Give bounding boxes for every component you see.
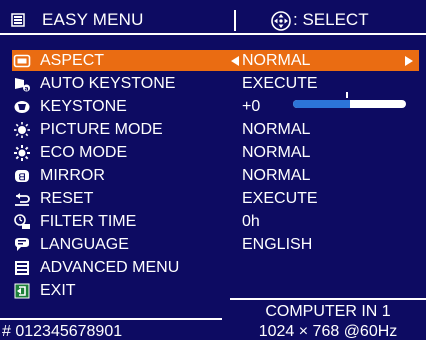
keystone-slider-fill <box>293 100 350 108</box>
menu-item-keystone[interactable]: KEYSTONE <box>40 97 127 117</box>
value-left-arrow-icon[interactable] <box>231 56 239 66</box>
auto-keystone-value[interactable]: EXECUTE <box>242 74 318 94</box>
projector-osd-menu: EASY MENU : SELECT ASPECT NORMAL a AUTO … <box>0 0 426 340</box>
aspect-icon <box>13 54 31 68</box>
footer-divider-left <box>0 318 222 320</box>
exit-icon <box>14 283 30 299</box>
easy-menu-icon <box>11 13 25 27</box>
serial-number: # 012345678901 <box>2 323 123 340</box>
reset-icon <box>15 193 30 206</box>
menu-item-eco-mode[interactable]: ECO MODE <box>40 143 127 163</box>
reset-value[interactable]: EXECUTE <box>242 189 318 209</box>
header-divider <box>234 10 236 31</box>
filter-time-value[interactable]: 0h <box>242 212 260 232</box>
auto-keystone-icon: a <box>15 78 30 93</box>
keystone-slider[interactable] <box>293 100 406 108</box>
select-hint: : SELECT <box>293 10 369 29</box>
keystone-value[interactable]: +0 <box>242 97 260 117</box>
filter-time-icon <box>14 214 30 229</box>
value-right-arrow-icon[interactable] <box>405 56 413 66</box>
menu-item-auto-keystone[interactable]: AUTO KEYSTONE <box>40 74 175 94</box>
eco-mode-icon <box>14 145 30 161</box>
svg-text:ᗺ: ᗺ <box>19 172 26 183</box>
menu-title: EASY MENU <box>42 10 144 29</box>
keystone-icon <box>14 101 30 113</box>
slider-center-tick <box>346 92 348 98</box>
eco-mode-value[interactable]: NORMAL <box>242 143 310 163</box>
input-source: COMPUTER IN 1 <box>265 303 391 320</box>
mirror-icon: ᗺ <box>15 170 29 183</box>
language-value[interactable]: ENGLISH <box>242 235 312 255</box>
menu-item-reset[interactable]: RESET <box>40 189 93 209</box>
language-icon <box>15 238 29 251</box>
menu-item-advanced-menu[interactable]: ADVANCED MENU <box>40 258 179 278</box>
menu-item-exit[interactable]: EXIT <box>40 281 76 301</box>
menu-item-aspect[interactable]: ASPECT <box>40 51 104 71</box>
aspect-value[interactable]: NORMAL <box>242 51 310 71</box>
menu-item-picture-mode[interactable]: PICTURE MODE <box>40 120 163 140</box>
menu-item-language[interactable]: LANGUAGE <box>40 235 129 255</box>
picture-mode-icon <box>14 122 30 138</box>
header-rule <box>0 33 426 35</box>
mirror-value[interactable]: NORMAL <box>242 166 310 186</box>
signal-info: 1024 × 768 @60Hz <box>258 323 398 340</box>
svg-text:a: a <box>24 86 28 93</box>
picture-mode-value[interactable]: NORMAL <box>242 120 310 140</box>
menu-item-mirror[interactable]: MIRROR <box>40 166 105 186</box>
advanced-menu-icon <box>15 261 29 275</box>
dpad-icon <box>271 11 291 31</box>
menu-item-filter-time[interactable]: FILTER TIME <box>40 212 136 232</box>
footer-divider-right <box>230 298 426 300</box>
